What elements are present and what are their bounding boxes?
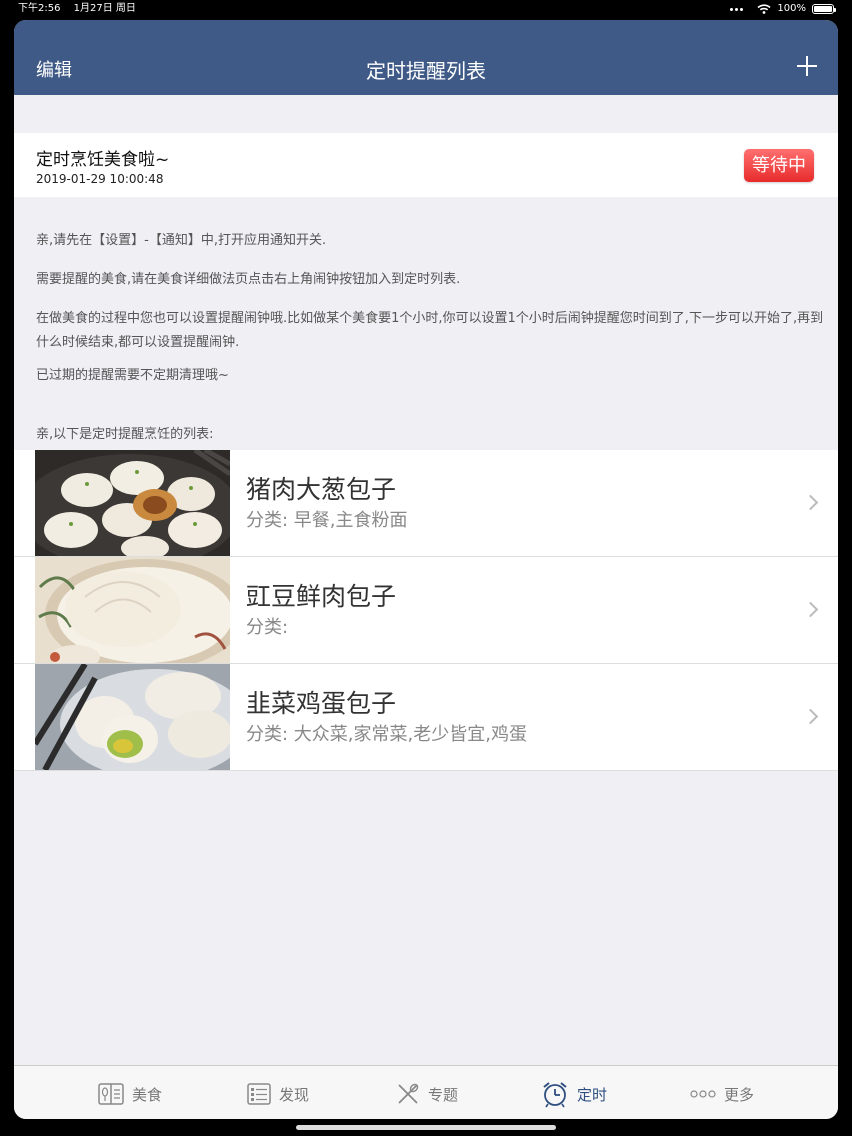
status-time: 下午2:56: [18, 3, 61, 14]
recipe-row[interactable]: 猪肉大葱包子 分类: 早餐,主食粉面: [14, 450, 838, 557]
utensils-icon: [398, 1083, 419, 1104]
chevron-right-icon: [802, 708, 819, 725]
status-bar: 下午2:56 1月27日 周日 100%: [0, 0, 852, 18]
status-badge: 等待中: [744, 149, 814, 182]
info-text-cooking-alarm: 在做美食的过程中您也可以设置提醒闹钟哦.比如做某个美食要1个小时,你可以设置1个…: [36, 311, 824, 350]
tab-label: 专题: [428, 1085, 459, 1104]
list-header: 亲,以下是定时提醒烹饪的列表:: [36, 427, 214, 442]
tab-bar: 美食 发现 专题 定时 更多: [14, 1065, 838, 1119]
recipe-thumbnail-image: [35, 450, 230, 556]
chevron-right-icon: [802, 494, 819, 511]
tab-more[interactable]: 更多: [690, 1074, 754, 1114]
recipe-name: 猪肉大葱包子: [246, 475, 397, 504]
tab-label: 定时: [577, 1085, 608, 1104]
book-icon: [98, 1083, 124, 1105]
recipe-row[interactable]: 韭菜鸡蛋包子 分类: 大众菜,家常菜,老少皆宜,鸡蛋: [14, 664, 838, 771]
chevron-right-icon: [802, 601, 819, 618]
recipe-category: 分类: 早餐,主食粉面: [246, 510, 408, 531]
more-dots-icon: [690, 1090, 716, 1098]
recipe-category: 分类:: [246, 617, 289, 638]
tab-discover[interactable]: 发现: [247, 1074, 309, 1114]
recipe-row[interactable]: 豇豆鲜肉包子 分类:: [14, 557, 838, 664]
reminder-title: 定时烹饪美食啦~: [36, 150, 170, 170]
recipe-name: 韭菜鸡蛋包子: [246, 689, 397, 718]
tab-label: 美食: [132, 1085, 163, 1104]
info-text-cleanup: 已过期的提醒需要不定期清理哦~: [36, 368, 229, 383]
tab-timer[interactable]: 定时: [541, 1074, 607, 1114]
reminder-time: 2019-01-29 10:00:48: [36, 172, 164, 186]
navigation-bar: 编辑 定时提醒列表: [14, 20, 838, 95]
plus-icon[interactable]: [796, 55, 818, 77]
tab-label: 发现: [279, 1085, 310, 1104]
wifi-icon: [757, 4, 771, 14]
recipe-thumbnail-image: [35, 557, 230, 663]
tab-label: 更多: [724, 1085, 755, 1104]
tab-topics[interactable]: 专题: [396, 1074, 458, 1114]
battery-percent: 100%: [777, 3, 806, 14]
recipe-thumbnail-image: [35, 664, 230, 770]
info-text-notification: 亲,请先在【设置】-【通知】中,打开应用通知开关.: [36, 233, 327, 248]
recipe-list: 猪肉大葱包子 分类: 早餐,主食粉面 豇豆鲜肉包子 分类: 韭菜鸡蛋包子 分类:…: [14, 450, 838, 771]
multitasking-dots-icon: [730, 7, 744, 11]
reminder-row[interactable]: 定时烹饪美食啦~ 2019-01-29 10:00:48 等待中: [14, 133, 838, 197]
battery-icon: [812, 4, 836, 14]
recipe-name: 豇豆鲜肉包子: [246, 582, 397, 611]
tab-food[interactable]: 美食: [98, 1074, 162, 1114]
page-title: 定时提醒列表: [366, 59, 486, 83]
list-icon: [247, 1083, 271, 1105]
status-date: 1月27日 周日: [73, 3, 136, 14]
alarm-clock-icon: [543, 1082, 567, 1108]
app-screen: 编辑 定时提醒列表 定时烹饪美食啦~ 2019-01-29 10:00:48 等…: [14, 20, 838, 1119]
info-text-add-alarm: 需要提醒的美食,请在美食详细做法页点击右上角闹钟按钮加入到定时列表.: [36, 272, 461, 287]
home-indicator[interactable]: [296, 1125, 556, 1130]
recipe-category: 分类: 大众菜,家常菜,老少皆宜,鸡蛋: [246, 724, 527, 745]
